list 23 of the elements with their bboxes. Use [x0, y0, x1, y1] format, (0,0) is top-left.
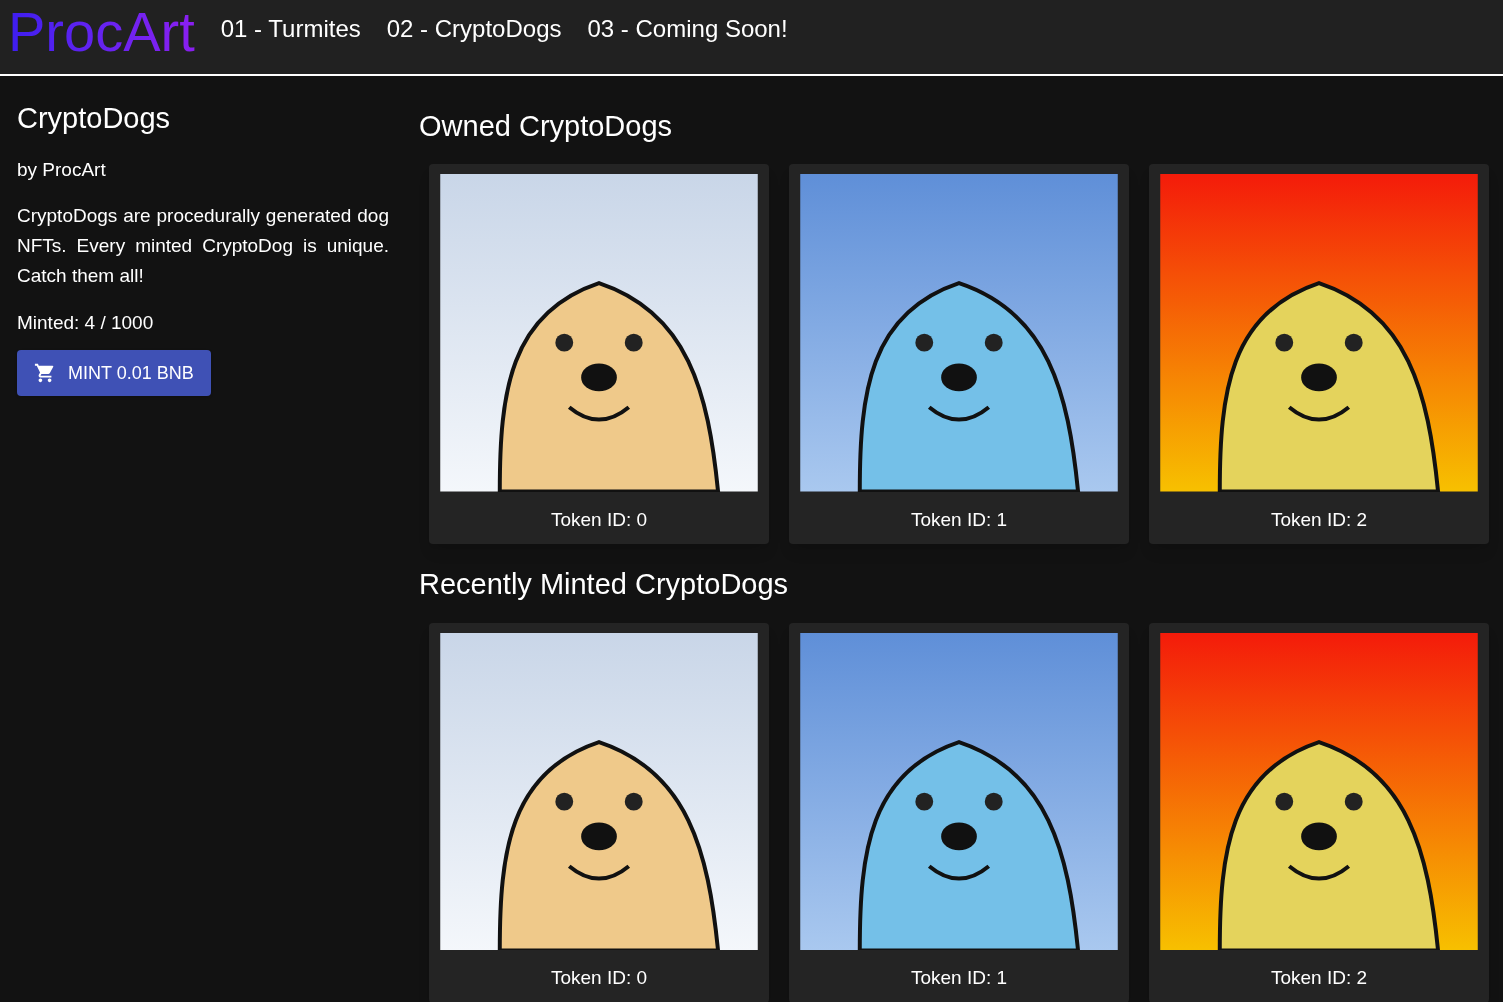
byline: by ProcArt: [17, 158, 107, 183]
section-title: Recently Minted CryptoDogs: [419, 567, 790, 603]
section-title: Owned CryptoDogs: [419, 109, 674, 144]
nft-card[interactable]: Token ID: 2: [1149, 164, 1489, 545]
cart-icon: [34, 362, 56, 385]
nft-card[interactable]: Token ID: 0: [429, 622, 769, 1002]
token-label: Token ID: 1: [910, 507, 1008, 532]
nft-card[interactable]: Token ID: 0: [429, 164, 769, 545]
sidebar-title: CryptoDogs: [17, 101, 172, 136]
minted-count: Minted: 4 / 1000: [17, 310, 155, 335]
nft-card[interactable]: Token ID: 2: [1149, 622, 1489, 1002]
nft-card[interactable]: Token ID: 1: [789, 164, 1129, 545]
token-label: Token ID: 2: [1270, 966, 1368, 990]
token-label: Token ID: 2: [1270, 507, 1368, 532]
nav-link[interactable]: 03 - Coming Soon!: [587, 11, 788, 47]
token-label: Token ID: 1: [910, 966, 1008, 990]
nav-link[interactable]: 02 - CryptoDogs: [386, 11, 562, 47]
description: CryptoDogs are procedurally generated dog NFTs. Every minted CryptoDog is unique. Catch them all!: [17, 203, 389, 288]
token-label: Token ID: 0: [550, 966, 648, 990]
nav-link[interactable]: 01 - Turmites: [220, 11, 361, 47]
mint-button[interactable]: MINT 0.01 BNB: [17, 350, 211, 397]
token-label: Token ID: 0: [550, 507, 648, 532]
nft-card[interactable]: Token ID: 1: [789, 622, 1129, 1002]
